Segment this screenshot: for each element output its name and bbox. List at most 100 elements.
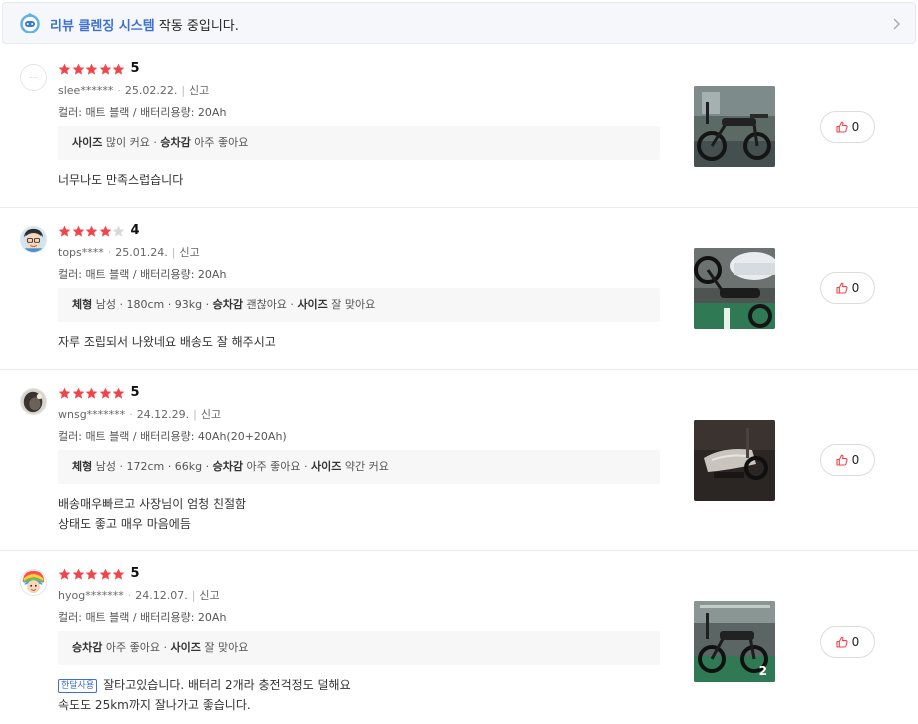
review-date: 24.12.29. (136, 408, 190, 421)
chevron-right-icon[interactable] (889, 16, 903, 32)
rating-score: 5 (130, 61, 140, 76)
rating-score: 4 (130, 223, 140, 238)
review-meta: hyog******* · 24.12.07. | 신고 (58, 589, 220, 602)
star-filled-icon (58, 387, 71, 399)
review-body-line: 배송매우빠르고 사장님이 엄청 친절함 (58, 497, 247, 511)
banner-text: 리뷰 클렌징 시스템 작동 중입니다. (50, 15, 239, 34)
rating-score: 5 (130, 385, 140, 400)
survey-key: 사이즈 (297, 298, 328, 311)
review-body: 한달사용 잘타고있습니다. 배터리 2개라 충전걱정도 덜해요 속도도 25km까… (58, 675, 351, 715)
review-meta: tops**** · 25.01.24. | 신고 (58, 246, 200, 259)
survey-value: 많이 커요 (102, 136, 150, 149)
star-rating: 5 (58, 386, 140, 400)
review-body: 너무나도 만족스럽습니다 (58, 170, 183, 190)
star-filled-icon (99, 387, 111, 399)
survey-value: 아주 좋아요 (242, 460, 301, 473)
star-filled-icon (112, 387, 125, 399)
star-filled-icon (85, 225, 98, 237)
star-filled-icon (85, 568, 98, 580)
product-option: 컬러: 매트 블랙 / 배터리용량: 40Ah(20+20Ah) (58, 430, 287, 443)
banner-rest: 작동 중입니다. (154, 19, 239, 34)
survey-value: 괜찮아요 (242, 298, 287, 311)
star-filled-icon (85, 387, 98, 399)
thumbs-up-icon (836, 121, 848, 133)
survey-key: 승차감 (212, 298, 243, 311)
survey-value: 남성 · 172cm · 66kg (92, 460, 203, 473)
review-body-line: 속도도 25km까지 잘나가고 좋습니다. (58, 698, 251, 712)
review-cleansing-banner[interactable]: 리뷰 클렌징 시스템 작동 중입니다. (2, 2, 916, 44)
avatar (20, 226, 47, 253)
star-filled-icon (72, 225, 84, 237)
survey-key: 사이즈 (311, 460, 342, 473)
photo-count: 2 (758, 664, 767, 678)
survey-box: 사이즈 많이 커요 · 승차감 아주 좋아요 (58, 126, 660, 160)
product-option: 컬러: 매트 블랙 / 배터리용량: 20Ah (58, 268, 227, 281)
like-count: 0 (851, 635, 860, 649)
star-filled-icon (58, 225, 71, 237)
review-body-line: 너무나도 만족스럽습니다 (58, 173, 184, 187)
like-count: 0 (851, 281, 860, 295)
thumbs-up-icon (836, 636, 848, 648)
review-meta: wnsg******* · 24.12.29. | 신고 (58, 408, 222, 421)
like-button[interactable]: 0 (820, 272, 875, 304)
survey-box: 체형 남성 · 172cm · 66kg · 승차감 아주 좋아요 · 사이즈 … (58, 450, 660, 484)
review-body: 배송매우빠르고 사장님이 엄청 친절함 상태도 좋고 매우 마음에듬 (58, 494, 246, 534)
like-count: 0 (851, 120, 860, 134)
survey-box: 체형 남성 · 180cm · 93kg · 승차감 괜찮아요 · 사이즈 잘 … (58, 288, 660, 322)
star-filled-icon (112, 63, 125, 75)
report-button[interactable]: 신고 (179, 246, 199, 259)
review-item: 4 tops**** · 25.01.24. | 신고 컬러: 매트 블랙 / 배터리용… (0, 208, 918, 370)
survey-key: 체형 (72, 298, 93, 311)
review-item: 5 hyog******* · 24.12.07. | 신고 컬러: 매트 블랙 / 배… (0, 551, 918, 724)
usage-period-badge: 한달사용 (58, 679, 98, 693)
review-date: 25.02.22. (124, 84, 178, 97)
star-filled-icon (99, 63, 111, 75)
report-button[interactable]: 신고 (201, 408, 221, 421)
chatbot-icon (20, 13, 40, 33)
avatar: ····· (20, 64, 47, 91)
survey-key: 승차감 (72, 641, 103, 654)
star-filled-icon (58, 568, 71, 580)
review-photo[interactable] (694, 420, 775, 501)
reviewer-id: slee****** (58, 84, 114, 97)
thumbs-up-icon (836, 282, 848, 294)
rating-score: 5 (130, 566, 140, 581)
review-body-line: 잘타고있습니다. 배터리 2개라 충전걱정도 덜해요 (103, 678, 351, 692)
review-meta: slee****** · 25.02.22. | 신고 (58, 84, 210, 97)
review-date: 25.01.24. (115, 246, 168, 259)
reviewer-id: hyog******* (58, 589, 124, 602)
star-filled-icon (72, 387, 84, 399)
like-button[interactable]: 0 (820, 626, 875, 658)
product-option: 컬러: 매트 블랙 / 배터리용량: 20Ah (58, 611, 227, 624)
report-button[interactable]: 신고 (189, 84, 209, 97)
survey-value: 아주 좋아요 (190, 136, 249, 149)
avatar (20, 388, 47, 415)
survey-box: 승차감 아주 좋아요 · 사이즈 잘 맞아요 (58, 631, 660, 665)
review-item: ····· 5 slee****** · 25.02.22. | 신고 컬러: 매트 블… (0, 46, 918, 208)
report-button[interactable]: 신고 (199, 589, 219, 602)
survey-value: 아주 좋아요 (102, 641, 160, 654)
product-option: 컬러: 매트 블랙 / 배터리용량: 20Ah (58, 106, 227, 119)
survey-value: 남성 · 180cm · 93kg (92, 298, 203, 311)
banner-highlight: 리뷰 클렌징 시스템 (50, 19, 155, 34)
survey-value: 잘 맞아요 (327, 298, 376, 311)
review-photo[interactable]: 2 (694, 601, 775, 682)
review-date: 24.12.07. (135, 589, 188, 602)
survey-key: 체형 (72, 460, 93, 473)
survey-key: 승차감 (160, 136, 191, 149)
like-count: 0 (851, 453, 860, 467)
star-rating: 5 (58, 62, 140, 76)
star-filled-icon (112, 568, 125, 580)
star-filled-icon (85, 63, 98, 75)
like-button[interactable]: 0 (820, 444, 875, 476)
review-photo[interactable] (694, 86, 775, 167)
svg-text:·····: ····· (29, 75, 38, 81)
survey-value: 잘 맞아요 (200, 641, 249, 654)
review-photo[interactable] (694, 248, 775, 329)
survey-key: 사이즈 (72, 136, 103, 149)
survey-key: 사이즈 (170, 641, 201, 654)
star-filled-icon (58, 63, 71, 75)
review-body-line: 자루 조립되서 나왔네요 배송도 잘 해주시고 (58, 335, 276, 349)
review-item: 5 wnsg******* · 24.12.29. | 신고 컬러: 매트 블랙 / 배… (0, 370, 918, 551)
like-button[interactable]: 0 (820, 111, 875, 143)
